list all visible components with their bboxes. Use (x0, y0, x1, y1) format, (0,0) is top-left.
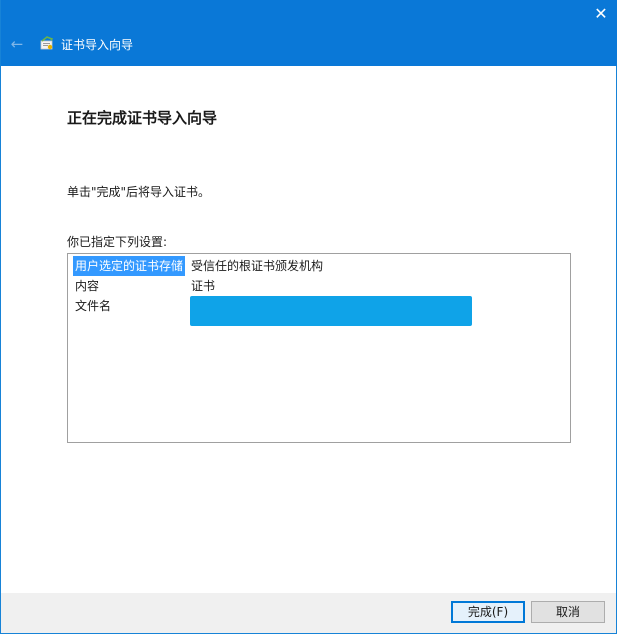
close-button[interactable]: ✕ (585, 0, 617, 28)
setting-value-store: 受信任的根证书颁发机构 (191, 259, 324, 273)
certificate-wizard-icon (40, 36, 53, 50)
settings-list[interactable]: 用户选定的证书存储 受信任的根证书颁发机构 内容 证书 文件名 (67, 253, 571, 443)
certificate-import-wizard-window: ✕ ← 证书导入向导 正在完成证书导入向导 单击"完成"后将导入证书。 你已指定… (0, 0, 617, 634)
back-arrow-icon: ← (10, 35, 24, 53)
page-title: 正在完成证书导入向导 (67, 109, 218, 127)
setting-key-filename[interactable]: 文件名 (73, 296, 113, 316)
setting-key-store[interactable]: 用户选定的证书存储 (73, 256, 186, 276)
instruction-text: 单击"完成"后将导入证书。 (67, 185, 211, 199)
close-icon: ✕ (594, 4, 608, 23)
wizard-content: 正在完成证书导入向导 单击"完成"后将导入证书。 你已指定下列设置: 用户选定的… (1, 66, 616, 593)
title-bar: ✕ ← 证书导入向导 (1, 0, 617, 66)
setting-key-content[interactable]: 内容 (73, 276, 101, 296)
back-button[interactable]: ← (8, 35, 26, 53)
setting-value-content: 证书 (191, 279, 216, 293)
window-title: 证书导入向导 (61, 38, 134, 52)
cancel-button[interactable]: 取消 (531, 601, 605, 623)
button-bar: 完成(F) 取消 (1, 593, 616, 633)
settings-label: 你已指定下列设置: (67, 235, 168, 249)
redacted-filename-block (190, 296, 472, 326)
finish-button[interactable]: 完成(F) (451, 601, 525, 623)
